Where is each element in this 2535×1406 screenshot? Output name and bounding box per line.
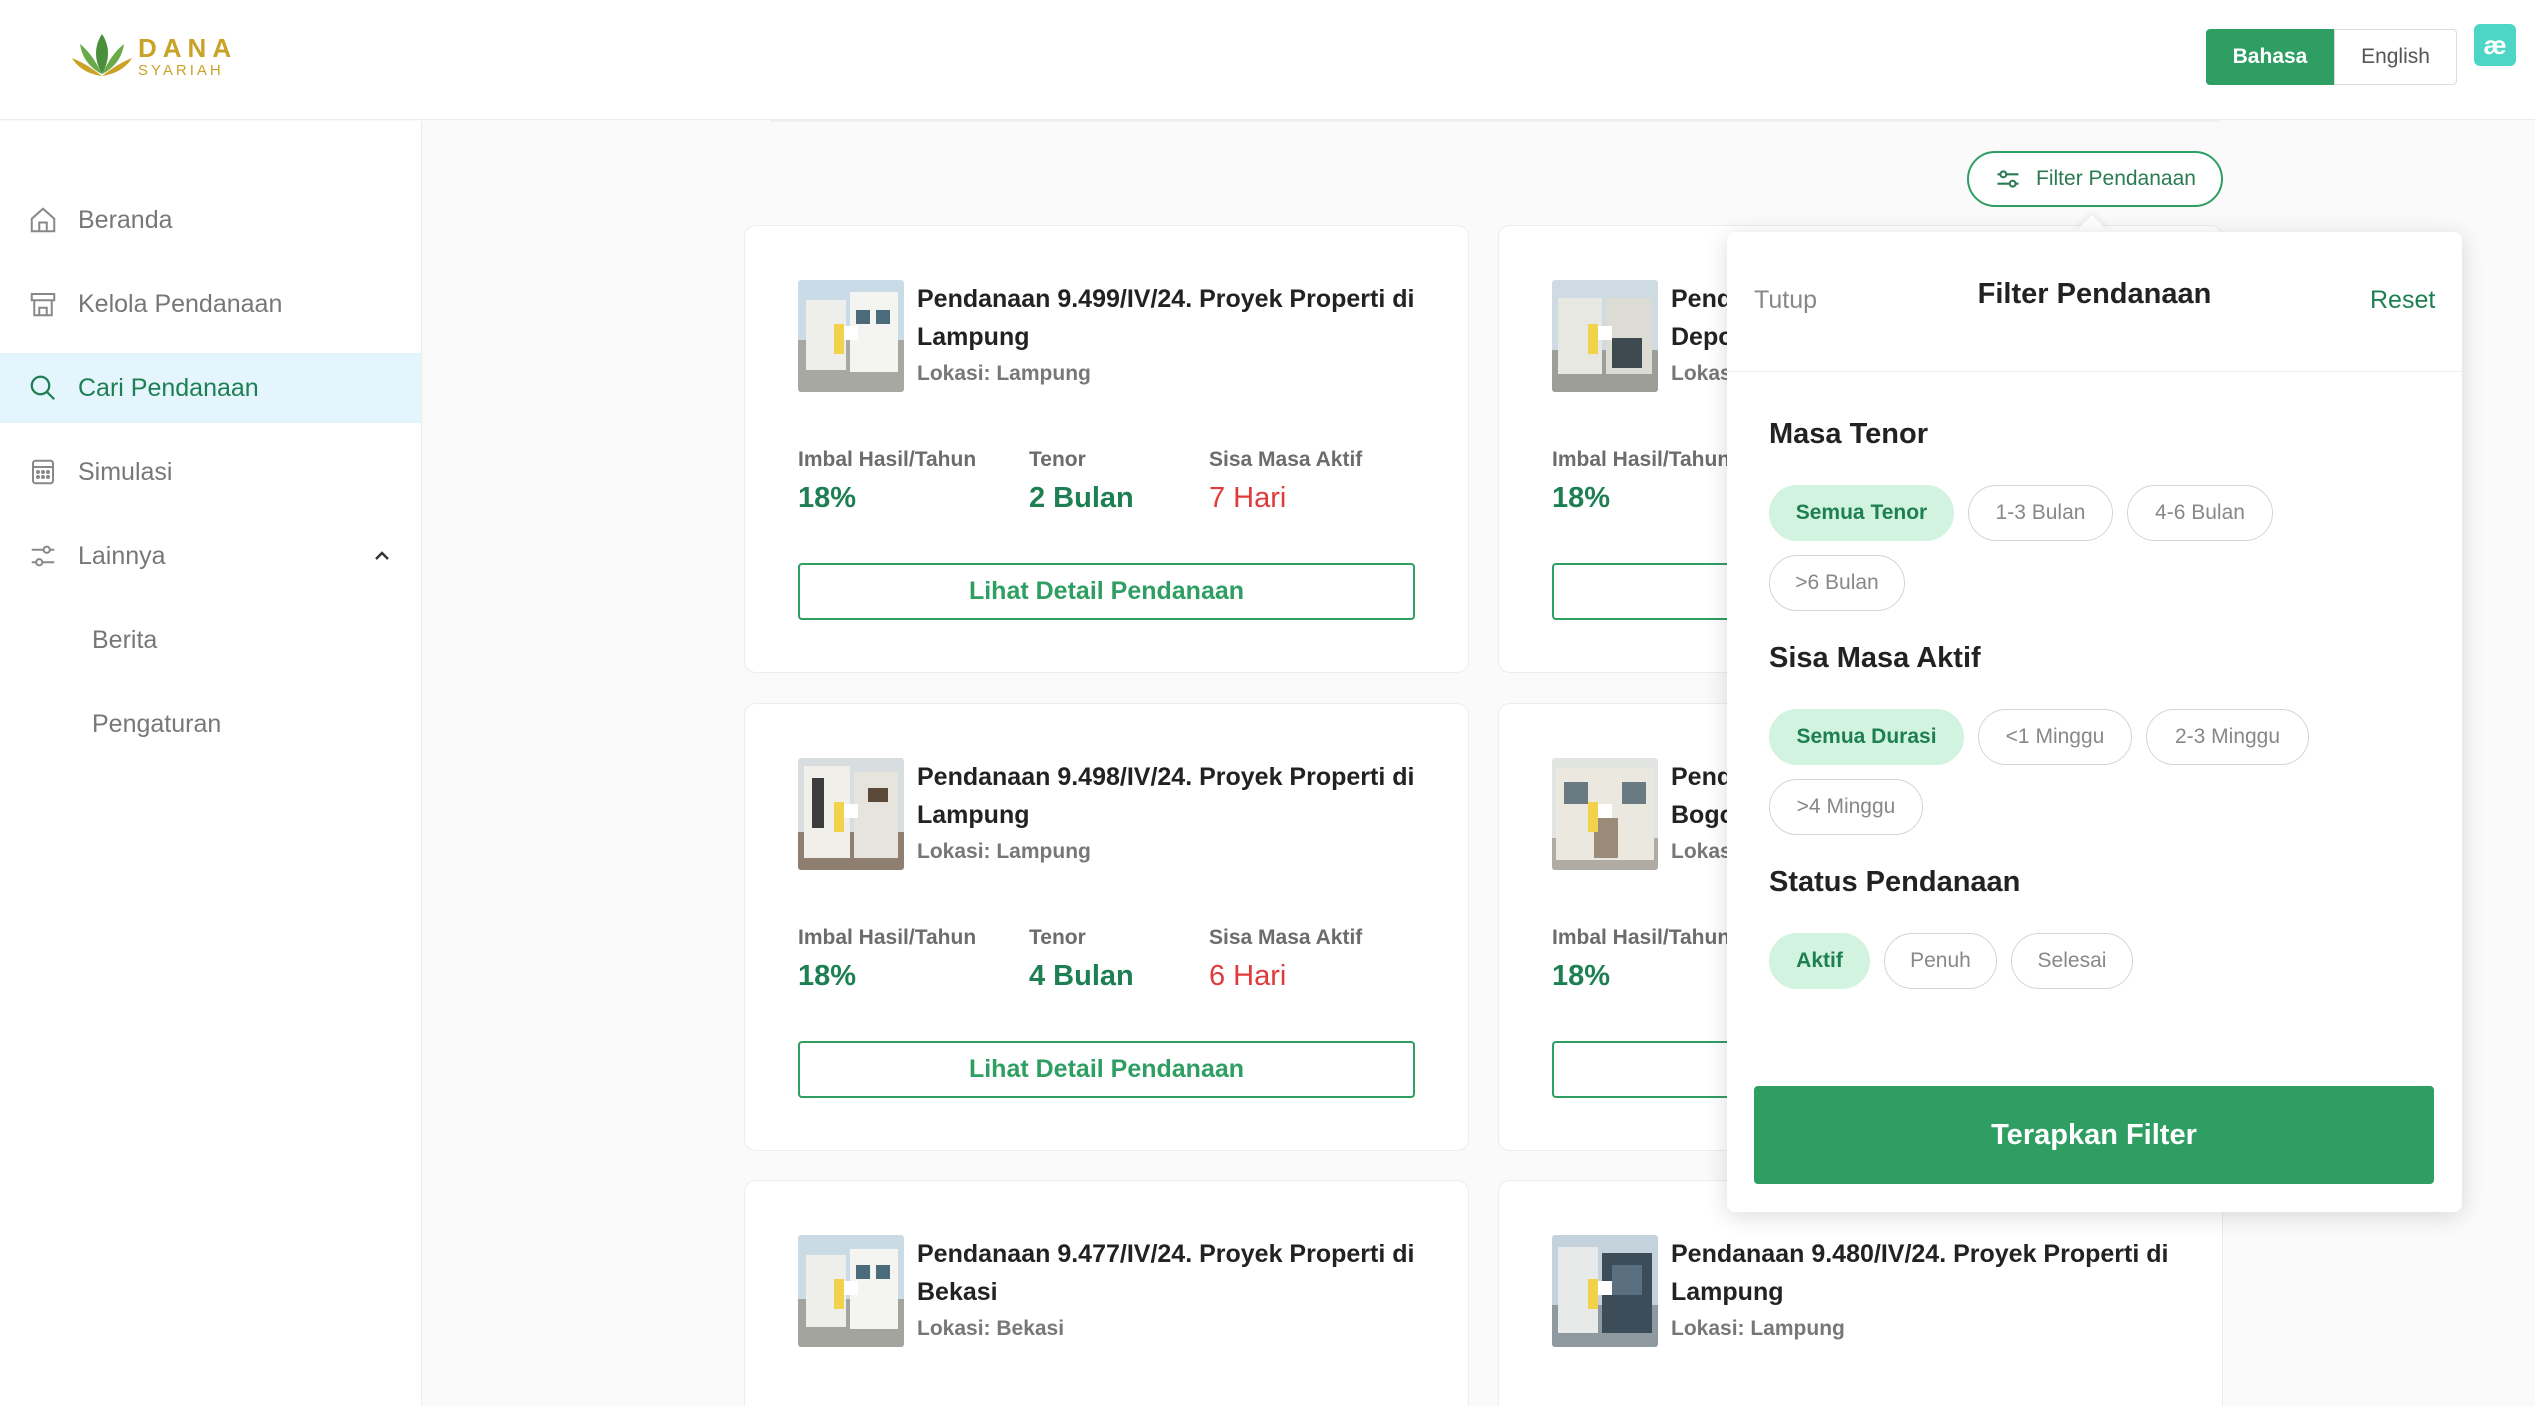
home-icon (26, 203, 60, 237)
funding-card: Pendanaan 9.477/IV/24. Proyek Properti d… (744, 1180, 1469, 1406)
sliders-icon (26, 539, 60, 573)
logo-text-sub: SYARIAH (138, 61, 224, 79)
panel-title: Filter Pendanaan (1977, 278, 2212, 310)
lotus-icon (72, 34, 132, 76)
store-icon (26, 287, 60, 321)
card-location: Lokas (1671, 362, 1732, 385)
funding-card: Pendanaan 9.480/IV/24. Proyek Properti d… (1498, 1180, 2223, 1406)
card-location: Lokasi: Lampung (1671, 1317, 1845, 1340)
sidebar: Beranda Kelola Pendanaan Cari Pendanaan … (0, 121, 422, 1406)
card-title[interactable]: Pendanaan 9.480/IV/24. Proyek Properti d… (1671, 1235, 2191, 1311)
stat-value: 18% (798, 482, 857, 514)
project-thumbnail (1552, 1235, 1658, 1347)
reset-button[interactable]: Reset (2370, 286, 2435, 315)
card-title[interactable]: Pendanaan 9.498/IV/24. Proyek Properti d… (917, 758, 1437, 834)
card-location: Lokasi: Bekasi (917, 1317, 1065, 1340)
stat-imbal: Imbal Hasil/Tahun 18% (798, 448, 976, 515)
chip-aktif[interactable]: Aktif (1769, 933, 1870, 989)
stat-label: Imbal Hasil/Tahun (1552, 926, 1731, 949)
project-thumbnail (798, 758, 904, 870)
lang-bahasa-button[interactable]: Bahasa (2206, 29, 2334, 85)
sidebar-item-kelola-pendanaan[interactable]: Kelola Pendanaan (0, 269, 421, 339)
stat-value: 18% (1552, 960, 1611, 992)
stat-label: Imbal Hasil/Tahun (798, 926, 977, 949)
stat-sisa: Sisa Masa Aktif 7 Hari (1209, 448, 1362, 515)
detail-button[interactable]: Lihat Detail Pendanaan (798, 563, 1415, 620)
sidebar-item-beranda[interactable]: Beranda (0, 185, 421, 255)
chip-semua-tenor[interactable]: Semua Tenor (1769, 485, 1954, 541)
card-location: Lokasi: Lampung (917, 362, 1091, 385)
detail-button[interactable]: Lihat Detail Pendanaan (798, 1041, 1415, 1098)
logo-text-main: DANA (138, 32, 238, 63)
chevron-up-icon[interactable] (370, 544, 394, 568)
chip-over-6-bulan[interactable]: >6 Bulan (1769, 555, 1905, 611)
sidebar-item-label: Kelola Pendanaan (78, 289, 283, 318)
stat-label: Tenor (1029, 448, 1086, 471)
sidebar-item-lainnya[interactable]: Lainnya (0, 521, 421, 591)
stat-label: Tenor (1029, 926, 1086, 949)
stat-value: 7 Hari (1209, 482, 1287, 514)
stat-value: 4 Bulan (1029, 960, 1134, 992)
stat-label: Sisa Masa Aktif (1209, 926, 1363, 949)
lang-english-button[interactable]: English (2334, 29, 2457, 85)
stat-tenor: Tenor 4 Bulan (1029, 926, 1134, 993)
stat-imbal: Imbal Hasil/Tahun 18% (798, 926, 976, 993)
card-location: Lokas (1671, 840, 1732, 863)
section-title-masa-tenor: Masa Tenor (1769, 418, 1929, 450)
panel-header: Tutup Filter Pendanaan Reset (1727, 232, 2462, 372)
stat-imbal: Imbal Hasil/Tahun 18% (1552, 448, 1730, 515)
filter-button-label: Filter Pendanaan (2036, 167, 2196, 190)
sidebar-item-label: Simulasi (78, 457, 173, 486)
sidebar-item-label: Cari Pendanaan (78, 373, 259, 402)
sidebar-item-label: Beranda (78, 205, 173, 234)
section-title-status-pendanaan: Status Pendanaan (1769, 866, 2021, 898)
sidebar-item-label: Pengaturan (92, 709, 222, 738)
stat-label: Imbal Hasil/Tahun (1552, 448, 1731, 471)
project-thumbnail (798, 1235, 904, 1347)
stat-tenor: Tenor 2 Bulan (1029, 448, 1134, 515)
stat-sisa: Sisa Masa Aktif 6 Hari (1209, 926, 1362, 993)
chip-penuh[interactable]: Penuh (1884, 933, 1997, 989)
dana-syariah-logo[interactable]: DANA SYARIAH (70, 30, 237, 82)
chip-selesai[interactable]: Selesai (2011, 933, 2133, 989)
sidebar-item-label: Lainnya (78, 541, 166, 570)
chip-1-3-bulan[interactable]: 1-3 Bulan (1968, 485, 2113, 541)
filter-sliders-icon (1997, 170, 2019, 188)
funding-card: Pendanaan 9.498/IV/24. Proyek Properti d… (744, 703, 1469, 1151)
calculator-icon (26, 455, 60, 489)
filter-panel: Tutup Filter Pendanaan Reset Masa Tenor … (1727, 232, 2462, 1212)
project-thumbnail (1552, 280, 1658, 392)
project-thumbnail (1552, 758, 1658, 870)
top-header: DANA SYARIAH Bahasa English æ (0, 0, 2535, 120)
sidebar-item-pengaturan[interactable]: Pengaturan (0, 689, 421, 759)
sidebar-item-cari-pendanaan[interactable]: Cari Pendanaan (0, 353, 421, 423)
chip-4-6-bulan[interactable]: 4-6 Bulan (2127, 485, 2273, 541)
stat-value: 18% (798, 960, 857, 992)
stat-label: Sisa Masa Aktif (1209, 448, 1363, 471)
section-title-sisa-masa-aktif: Sisa Masa Aktif (1769, 642, 1981, 674)
search-icon (26, 371, 60, 405)
stat-label: Imbal Hasil/Tahun (798, 448, 977, 471)
apply-filter-button[interactable]: Terapkan Filter (1754, 1086, 2434, 1184)
card-location: Lokasi: Lampung (917, 840, 1091, 863)
language-toggle: Bahasa English (2206, 29, 2457, 85)
project-thumbnail (798, 280, 904, 392)
chip-under-1-minggu[interactable]: <1 Minggu (1978, 709, 2132, 765)
sidebar-item-simulasi[interactable]: Simulasi (0, 437, 421, 507)
chip-over-4-minggu[interactable]: >4 Minggu (1769, 779, 1923, 835)
chip-2-3-minggu[interactable]: 2-3 Minggu (2146, 709, 2309, 765)
filter-pendanaan-button[interactable]: Filter Pendanaan (1967, 151, 2223, 207)
stat-value: 6 Hari (1209, 960, 1287, 992)
card-title[interactable]: Pendanaan 9.499/IV/24. Proyek Properti d… (917, 280, 1437, 356)
card-title[interactable]: Pendanaan 9.477/IV/24. Proyek Properti d… (917, 1235, 1437, 1311)
stat-value: 2 Bulan (1029, 482, 1134, 514)
chip-semua-durasi[interactable]: Semua Durasi (1769, 709, 1964, 765)
stat-imbal: Imbal Hasil/Tahun 18% (1552, 926, 1730, 993)
extension-icon[interactable]: æ (2474, 24, 2516, 66)
sidebar-item-berita[interactable]: Berita (0, 605, 421, 675)
content-divider (770, 120, 2220, 122)
stat-value: 18% (1552, 482, 1611, 514)
sidebar-item-label: Berita (92, 625, 158, 654)
funding-card: Pendanaan 9.499/IV/24. Proyek Properti d… (744, 225, 1469, 673)
